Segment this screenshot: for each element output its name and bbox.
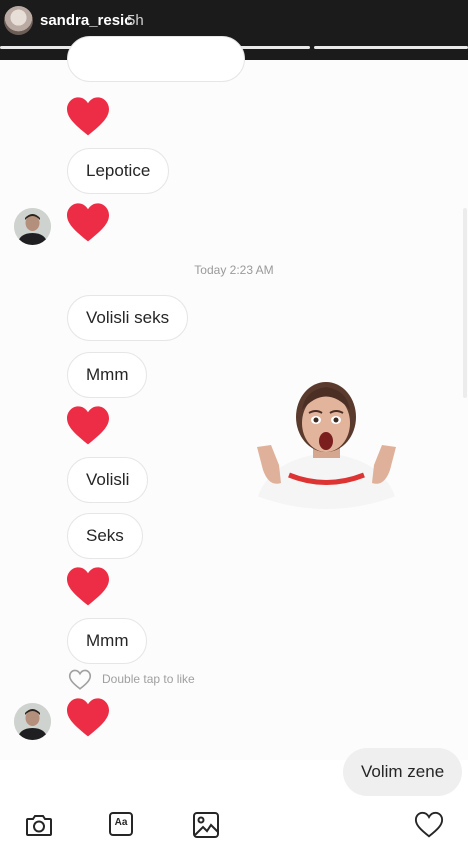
heart-message-icon xyxy=(67,97,109,136)
heart-message-icon xyxy=(67,406,109,445)
heart-outline-icon[interactable] xyxy=(414,810,444,840)
message-bubble: Mmm xyxy=(67,352,148,398)
surprised-girl-sticker[interactable] xyxy=(249,375,404,515)
story-username[interactable]: sandra_resic xyxy=(40,12,133,29)
text-format-icon[interactable]: Aa xyxy=(109,812,133,836)
camera-icon[interactable] xyxy=(24,810,54,840)
chat-timestamp: Today 2:23 AM xyxy=(194,263,274,277)
story-user-avatar[interactable] xyxy=(4,6,33,35)
gallery-icon[interactable] xyxy=(191,810,221,840)
message-bubble: Seks xyxy=(67,513,143,559)
story-progress-segment xyxy=(314,46,468,49)
message-bubble: Lepotice xyxy=(67,148,170,194)
text-format-label: Aa xyxy=(114,817,128,828)
heart-message-icon xyxy=(67,567,109,606)
message-bubble-partial xyxy=(67,36,245,82)
heart-outline-icon[interactable] xyxy=(68,669,92,691)
composer-toolbar: Aa xyxy=(0,800,468,850)
heart-message-icon xyxy=(67,698,109,737)
story-time-ago: 5h xyxy=(127,12,144,29)
sender-avatar[interactable] xyxy=(14,703,51,740)
double-tap-label: Double tap to like xyxy=(102,672,195,686)
own-message-bubble: Volim zene xyxy=(343,748,463,796)
sender-avatar[interactable] xyxy=(14,208,51,245)
message-bubble: Mmm xyxy=(67,618,148,664)
scrollbar[interactable] xyxy=(463,208,467,398)
double-tap-hint: Double tap to like xyxy=(68,669,195,691)
message-bubble: Volisli seks xyxy=(67,295,189,341)
heart-message-icon xyxy=(67,203,109,242)
message-bubble: Volisli xyxy=(67,457,149,503)
